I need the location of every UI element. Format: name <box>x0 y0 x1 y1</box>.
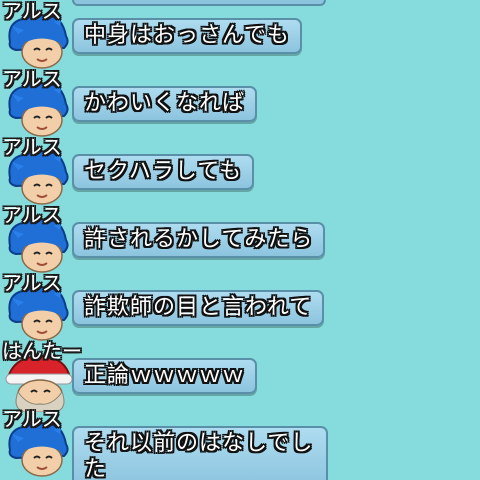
username: アルス <box>2 0 62 23</box>
chat-bubble: 許されるかしてみたら <box>72 222 326 258</box>
message-text: 正論ｗｗｗｗｗ <box>84 363 246 388</box>
username: アルス <box>2 67 62 91</box>
chat-message: アルス 許されるかしてみたら <box>0 204 480 274</box>
message-text: かわいくなれば <box>84 91 246 116</box>
username: アルス <box>2 271 62 295</box>
message-text: セクハラしても <box>84 159 243 184</box>
chat-message: アルス セクハラしても <box>0 136 480 206</box>
chat-bubble: 中身はおっさんでも <box>72 18 302 54</box>
chat-message: アルス 中身はおっさんでも <box>0 0 480 70</box>
username: はんたー <box>2 339 82 363</box>
username: アルス <box>2 135 62 159</box>
username: アルス <box>2 203 62 227</box>
message-text: 詐欺師の目と言われて <box>84 295 313 320</box>
chat-bubble: セクハラしても <box>72 154 255 190</box>
username: アルス <box>2 407 62 431</box>
message-text: 中身はおっさんでも <box>84 23 290 48</box>
chat-bubble: それ以前のはなしでした <box>72 426 328 480</box>
chat-bubble: かわいくなれば <box>72 86 258 122</box>
chat-log: アルス 中身はおっさんでも アルス かわいくなれば アルス セクハラしても アル… <box>0 0 480 480</box>
chat-message: はんたー 正論ｗｗｗｗｗ <box>0 339 480 413</box>
message-text: それ以前のはなしでした <box>84 431 314 480</box>
message-text: 許されるかしてみたら <box>84 227 314 252</box>
chat-message: アルス かわいくなれば <box>0 68 480 138</box>
chat-message: アルス 詐欺師の目と言われて <box>0 272 480 342</box>
chat-bubble: 正論ｗｗｗｗｗ <box>72 358 258 394</box>
chat-message: アルス それ以前のはなしでした <box>0 408 480 480</box>
chat-bubble: 詐欺師の目と言われて <box>72 290 325 326</box>
